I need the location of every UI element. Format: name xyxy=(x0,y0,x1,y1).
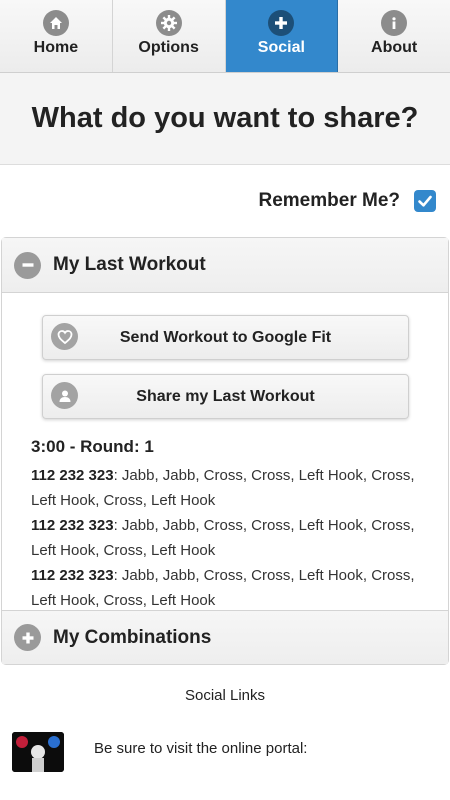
plus-icon xyxy=(14,624,41,651)
plus-icon xyxy=(268,10,295,36)
remember-me-checkbox[interactable] xyxy=(414,190,436,212)
tab-home-label: Home xyxy=(33,39,79,56)
last-workout-collapsible: My Last Workout Send Workout to Google F… xyxy=(1,237,449,665)
app-logo xyxy=(12,732,64,772)
tab-options-label: Options xyxy=(138,39,199,56)
last-workout-header[interactable]: My Last Workout xyxy=(2,238,448,292)
round-code: 112 232 323 xyxy=(31,467,114,484)
remember-me-row: Remember Me? xyxy=(0,165,450,237)
round-code: 112 232 323 xyxy=(31,517,114,534)
combinations-header[interactable]: My Combinations xyxy=(2,610,448,664)
social-links-title: Social Links xyxy=(184,687,266,704)
tab-about-label: About xyxy=(371,39,418,56)
tab-bar: Home Options Social About xyxy=(0,0,450,73)
tab-social-label: Social xyxy=(257,39,305,56)
page-title: What do you want to share? xyxy=(31,102,419,134)
tab-home[interactable]: Home xyxy=(0,0,113,72)
round-entry: 112 232 323: Jabb, Jabb, Cross, Cross, L… xyxy=(31,563,420,613)
send-google-fit-label: Send Workout to Google Fit xyxy=(119,328,332,346)
gear-icon xyxy=(155,10,182,36)
info-icon xyxy=(381,10,408,36)
round-code: 112 232 323 xyxy=(31,567,114,584)
minus-icon xyxy=(14,251,41,279)
share-last-workout-button[interactable]: Share my Last Workout xyxy=(42,374,409,419)
tab-about[interactable]: About xyxy=(338,0,450,72)
heart-icon xyxy=(51,323,78,350)
tab-options[interactable]: Options xyxy=(112,0,226,72)
portal-text: Be sure to visit the online portal: xyxy=(94,740,308,757)
page-header: What do you want to share? xyxy=(0,73,450,165)
portal-row: Be sure to visit the online portal: xyxy=(0,732,450,772)
share-last-workout-label: Share my Last Workout xyxy=(136,387,315,405)
remember-me-label: Remember Me? xyxy=(258,190,401,211)
home-icon xyxy=(42,10,69,36)
workout-title: 3:00 - Round: 1 xyxy=(31,437,154,456)
round-entry: 112 232 323: Jabb, Jabb, Cross, Cross, L… xyxy=(31,463,420,513)
last-workout-content: Send Workout to Google Fit Share my Last… xyxy=(2,292,448,610)
round-entry: 112 232 323: Jabb, Jabb, Cross, Cross, L… xyxy=(31,513,420,563)
tab-social[interactable]: Social xyxy=(225,0,339,72)
last-workout-title: My Last Workout xyxy=(53,254,206,275)
combinations-title: My Combinations xyxy=(53,626,212,648)
checkmark-icon xyxy=(418,195,432,207)
user-icon xyxy=(51,382,78,409)
send-google-fit-button[interactable]: Send Workout to Google Fit xyxy=(42,315,409,360)
